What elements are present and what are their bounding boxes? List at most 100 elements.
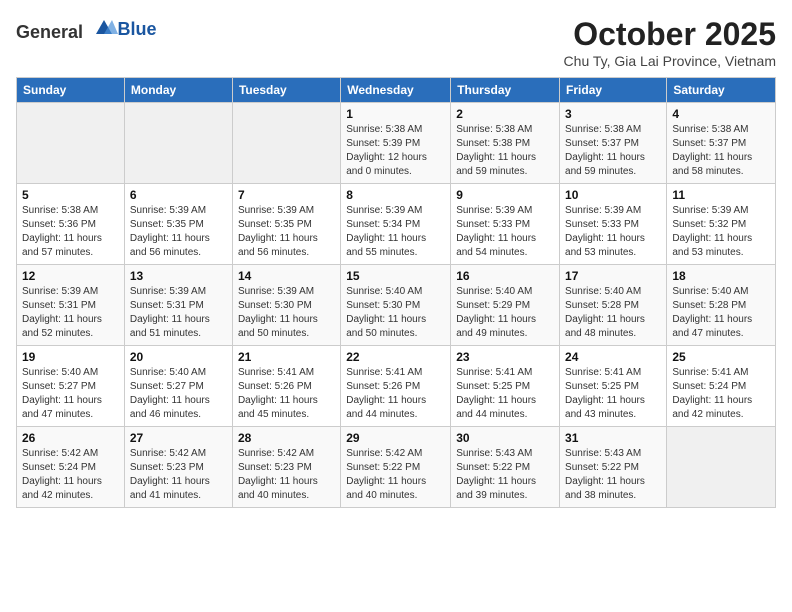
calendar-cell: 17 Sunrise: 5:40 AM Sunset: 5:28 PM Dayli… (560, 265, 667, 346)
day-info: Sunrise: 5:38 AM Sunset: 5:38 PM Dayligh… (456, 123, 554, 179)
calendar-cell (124, 103, 232, 184)
calendar-cell: 2 Sunrise: 5:38 AM Sunset: 5:38 PM Daylig… (451, 103, 560, 184)
day-info: Sunrise: 5:40 AM Sunset: 5:28 PM Dayligh… (565, 285, 661, 341)
calendar-week-row: 26 Sunrise: 5:42 AM Sunset: 5:24 PM Dayli… (17, 427, 776, 508)
logo-icon (90, 16, 118, 38)
logo-general: General (16, 22, 83, 42)
day-number: 7 (238, 188, 335, 202)
day-info: Sunrise: 5:40 AM Sunset: 5:27 PM Dayligh… (22, 366, 119, 422)
day-info: Sunrise: 5:43 AM Sunset: 5:22 PM Dayligh… (456, 447, 554, 503)
day-info: Sunrise: 5:40 AM Sunset: 5:28 PM Dayligh… (672, 285, 770, 341)
calendar-cell: 26 Sunrise: 5:42 AM Sunset: 5:24 PM Dayli… (17, 427, 125, 508)
day-info: Sunrise: 5:39 AM Sunset: 5:32 PM Dayligh… (672, 204, 770, 260)
day-number: 27 (130, 431, 227, 445)
day-number: 10 (565, 188, 661, 202)
location-subtitle: Chu Ty, Gia Lai Province, Vietnam (564, 53, 776, 69)
day-info: Sunrise: 5:42 AM Sunset: 5:23 PM Dayligh… (238, 447, 335, 503)
calendar-cell: 6 Sunrise: 5:39 AM Sunset: 5:35 PM Daylig… (124, 184, 232, 265)
weekday-header-sunday: Sunday (17, 78, 125, 103)
day-info: Sunrise: 5:41 AM Sunset: 5:24 PM Dayligh… (672, 366, 770, 422)
calendar-cell: 4 Sunrise: 5:38 AM Sunset: 5:37 PM Daylig… (667, 103, 776, 184)
day-number: 5 (22, 188, 119, 202)
calendar-cell: 18 Sunrise: 5:40 AM Sunset: 5:28 PM Dayli… (667, 265, 776, 346)
day-number: 26 (22, 431, 119, 445)
day-info: Sunrise: 5:42 AM Sunset: 5:24 PM Dayligh… (22, 447, 119, 503)
calendar-cell: 13 Sunrise: 5:39 AM Sunset: 5:31 PM Dayli… (124, 265, 232, 346)
calendar-cell: 8 Sunrise: 5:39 AM Sunset: 5:34 PM Daylig… (341, 184, 451, 265)
calendar-cell: 28Sunrise: 5:42 AM Sunset: 5:23 PM Dayli… (232, 427, 340, 508)
calendar-cell: 24 Sunrise: 5:41 AM Sunset: 5:25 PM Dayli… (560, 346, 667, 427)
title-block: October 2025 Chu Ty, Gia Lai Province, V… (564, 16, 776, 69)
day-number: 18 (672, 269, 770, 283)
day-number: 12 (22, 269, 119, 283)
day-info: Sunrise: 5:38 AM Sunset: 5:37 PM Dayligh… (565, 123, 661, 179)
calendar-cell: 5Sunrise: 5:38 AM Sunset: 5:36 PM Daylig… (17, 184, 125, 265)
day-number: 2 (456, 107, 554, 121)
day-number: 22 (346, 350, 445, 364)
day-number: 29 (346, 431, 445, 445)
day-info: Sunrise: 5:41 AM Sunset: 5:26 PM Dayligh… (238, 366, 335, 422)
calendar-week-row: 1 Sunrise: 5:38 AM Sunset: 5:39 PM Daylig… (17, 103, 776, 184)
day-number: 23 (456, 350, 554, 364)
calendar-cell: 15 Sunrise: 5:40 AM Sunset: 5:30 PM Dayli… (341, 265, 451, 346)
day-number: 1 (346, 107, 445, 121)
day-info: Sunrise: 5:43 AM Sunset: 5:22 PM Dayligh… (565, 447, 661, 503)
calendar-cell: 12Sunrise: 5:39 AM Sunset: 5:31 PM Dayli… (17, 265, 125, 346)
day-number: 6 (130, 188, 227, 202)
month-title: October 2025 (564, 16, 776, 53)
calendar-cell: 22Sunrise: 5:41 AM Sunset: 5:26 PM Dayli… (341, 346, 451, 427)
day-info: Sunrise: 5:39 AM Sunset: 5:35 PM Dayligh… (238, 204, 335, 260)
calendar-cell: 9Sunrise: 5:39 AM Sunset: 5:33 PM Daylig… (451, 184, 560, 265)
day-number: 17 (565, 269, 661, 283)
day-number: 16 (456, 269, 554, 283)
day-number: 30 (456, 431, 554, 445)
calendar-cell: 29 Sunrise: 5:42 AM Sunset: 5:22 PM Dayli… (341, 427, 451, 508)
calendar-week-row: 12 Sunrise: 5:39 AM Sunset: 5:31 PM Dayli… (17, 265, 776, 346)
calendar-week-row: 5Sunrise: 5:38 AM Sunset: 5:36 PM Daylig… (17, 184, 776, 265)
calendar-cell: 7 Sunrise: 5:39 AM Sunset: 5:35 PM Daylig… (232, 184, 340, 265)
day-info: Sunrise: 5:39 AM Sunset: 5:35 PM Dayligh… (130, 204, 227, 260)
weekday-header-wednesday: Wednesday (341, 78, 451, 103)
weekday-header-friday: Friday (560, 78, 667, 103)
day-info: Sunrise: 5:40 AM Sunset: 5:29 PM Dayligh… (456, 285, 554, 341)
day-info: Sunrise: 5:39 AM Sunset: 5:31 PM Dayligh… (130, 285, 227, 341)
logo-blue: Blue (118, 19, 157, 39)
calendar-cell: 27 Sunrise: 5:42 AM Sunset: 5:23 PM Dayli… (124, 427, 232, 508)
day-number: 13 (130, 269, 227, 283)
day-number: 31 (565, 431, 661, 445)
calendar-cell (667, 427, 776, 508)
day-info: Sunrise: 5:42 AM Sunset: 5:23 PM Dayligh… (130, 447, 227, 503)
day-info: Sunrise: 5:39 AM Sunset: 5:33 PM Dayligh… (456, 204, 554, 260)
day-info: Sunrise: 5:39 AM Sunset: 5:30 PM Dayligh… (238, 285, 335, 341)
weekday-header-thursday: Thursday (451, 78, 560, 103)
day-info: Sunrise: 5:39 AM Sunset: 5:34 PM Dayligh… (346, 204, 445, 260)
page-header: General Blue October 2025 Chu Ty, Gia La… (16, 16, 776, 69)
calendar-cell: 20Sunrise: 5:40 AM Sunset: 5:27 PM Dayli… (124, 346, 232, 427)
calendar-cell: 1 Sunrise: 5:38 AM Sunset: 5:39 PM Daylig… (341, 103, 451, 184)
calendar-cell: 31 Sunrise: 5:43 AM Sunset: 5:22 PM Dayli… (560, 427, 667, 508)
day-number: 19 (22, 350, 119, 364)
weekday-header-tuesday: Tuesday (232, 78, 340, 103)
day-number: 3 (565, 107, 661, 121)
calendar-cell (17, 103, 125, 184)
calendar-cell: 3 Sunrise: 5:38 AM Sunset: 5:37 PM Daylig… (560, 103, 667, 184)
day-info: Sunrise: 5:42 AM Sunset: 5:22 PM Dayligh… (346, 447, 445, 503)
calendar-cell: 25Sunrise: 5:41 AM Sunset: 5:24 PM Dayli… (667, 346, 776, 427)
day-number: 24 (565, 350, 661, 364)
day-info: Sunrise: 5:41 AM Sunset: 5:25 PM Dayligh… (565, 366, 661, 422)
calendar-cell: 16 Sunrise: 5:40 AM Sunset: 5:29 PM Dayli… (451, 265, 560, 346)
day-number: 8 (346, 188, 445, 202)
day-info: Sunrise: 5:40 AM Sunset: 5:30 PM Dayligh… (346, 285, 445, 341)
calendar-week-row: 19 Sunrise: 5:40 AM Sunset: 5:27 PM Dayli… (17, 346, 776, 427)
calendar-cell: 11Sunrise: 5:39 AM Sunset: 5:32 PM Dayli… (667, 184, 776, 265)
day-info: Sunrise: 5:40 AM Sunset: 5:27 PM Dayligh… (130, 366, 227, 422)
day-info: Sunrise: 5:38 AM Sunset: 5:37 PM Dayligh… (672, 123, 770, 179)
day-number: 15 (346, 269, 445, 283)
day-number: 4 (672, 107, 770, 121)
day-number: 21 (238, 350, 335, 364)
weekday-header-saturday: Saturday (667, 78, 776, 103)
calendar-cell: 14Sunrise: 5:39 AM Sunset: 5:30 PM Dayli… (232, 265, 340, 346)
day-info: Sunrise: 5:39 AM Sunset: 5:33 PM Dayligh… (565, 204, 661, 260)
calendar-table: SundayMondayTuesdayWednesdayThursdayFrid… (16, 77, 776, 508)
day-info: Sunrise: 5:38 AM Sunset: 5:39 PM Dayligh… (346, 123, 445, 179)
